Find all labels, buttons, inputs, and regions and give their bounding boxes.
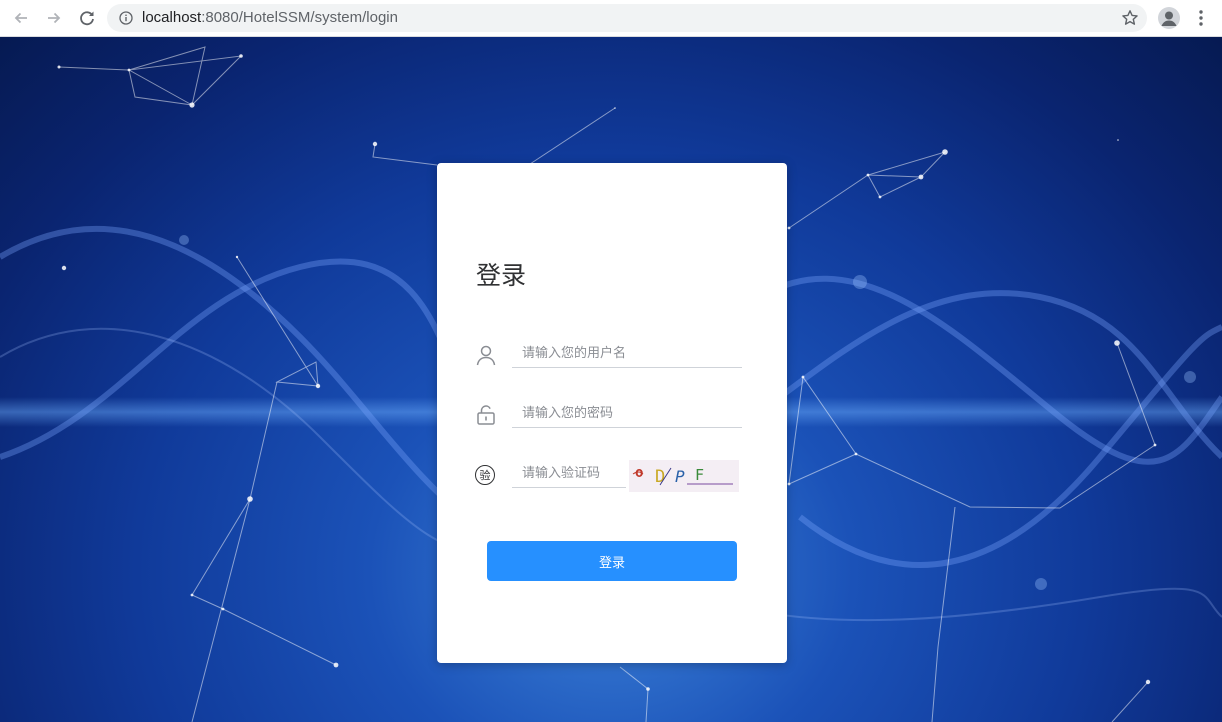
arrow-left-icon [14,12,27,24]
captcha-graphic: o D P F [632,465,733,487]
avatar-icon [1161,11,1177,26]
info-icon[interactable] [119,11,133,25]
login-title: 登录 [476,261,527,290]
captcha-char-3: P [675,467,685,486]
forward-button[interactable] [42,6,66,30]
login-background: 登录 验 o D P F 登录 [0,37,1222,722]
username-input[interactable] [512,340,742,368]
star-icon[interactable] [1121,9,1139,27]
profile-button[interactable] [1158,7,1180,29]
back-button[interactable] [9,6,33,30]
arrow-right-icon [48,12,61,24]
login-card: 登录 验 o D P F 登录 [437,163,787,663]
address-bar[interactable]: localhost:8080/HotelSSM/system/login [107,4,1147,32]
password-input[interactable] [512,400,742,428]
captcha-input[interactable] [512,460,626,488]
user-icon [476,345,496,366]
browser-toolbar: localhost:8080/HotelSSM/system/login [0,0,1222,37]
url-host: localhost [142,9,202,26]
url-path: :8080/HotelSSM/system/login [201,9,398,26]
login-submit-button[interactable]: 登录 [487,541,737,581]
reload-icon [80,11,94,26]
kebab-menu-icon[interactable] [1195,9,1207,27]
url-text[interactable]: localhost:8080/HotelSSM/system/login [142,9,398,27]
reload-button[interactable] [75,6,99,30]
captcha-image[interactable]: o D P F [629,460,739,492]
lock-icon [477,405,495,425]
captcha-char-4: F [695,466,704,484]
captcha-icon: 验 [475,465,495,485]
